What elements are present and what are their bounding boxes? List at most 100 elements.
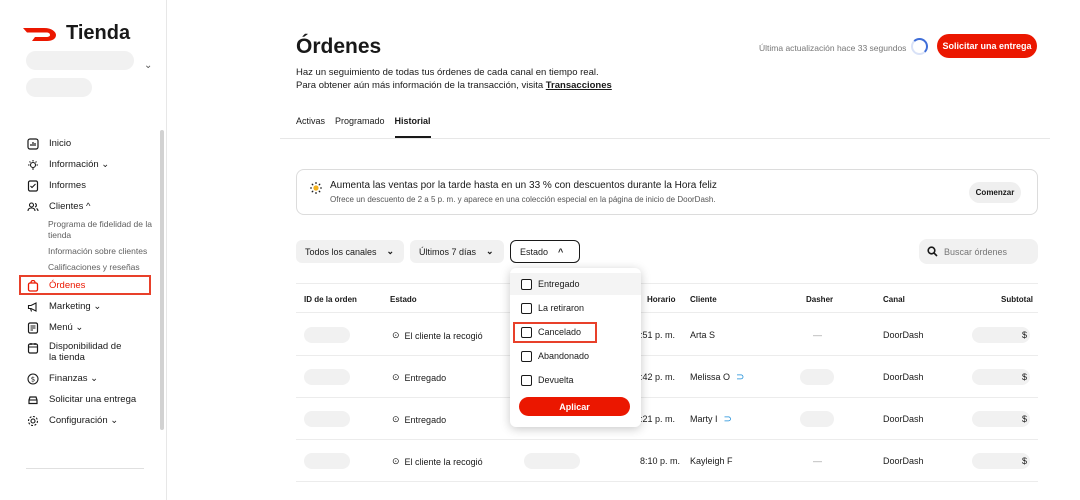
col-customer[interactable]: Cliente [690,295,717,304]
sidebar-item-informes[interactable]: Informes [0,175,160,196]
col-status[interactable]: Estado [390,295,417,304]
table-row[interactable]: ⊙ Entregado :21 p. m. Marty I ⊃ DoorDash $ [296,398,1038,440]
order-id-placeholder [304,327,350,343]
table-row[interactable]: ⊙ El cliente la recogió :51 p. m. Arta S … [296,314,1038,356]
order-time: 8:10 p. m. [640,456,681,466]
order-id-placeholder [304,411,350,427]
divider [280,138,1050,139]
order-id-placeholder [304,453,350,469]
chevron-up-icon: ^ [558,246,564,257]
page-title: Órdenes [296,35,382,58]
store-selector[interactable] [26,51,134,70]
table-row[interactable]: ⊙ Entregado :42 p. m. Melissa O ⊃ DoorDash… [296,356,1038,398]
order-time: :42 p. m. [640,372,676,382]
status-filter[interactable]: Estado ^ [510,240,580,263]
channel-value: DoorDash [883,330,924,340]
status-text: Entregado [404,414,447,425]
status-option-la-retiraron[interactable]: La retiraron [510,297,641,319]
channel-value: DoorDash [883,456,924,466]
search-icon [927,246,938,257]
chevron-down-icon: ⌄ [486,246,494,256]
status-text: El cliente la recogió [404,456,483,467]
sidebar-subitem-informacion-clientes[interactable]: Información sobre clientes [0,246,160,257]
sidebar-item-informacion[interactable]: Información ⌄ [0,154,160,175]
sidebar-item-configuracion[interactable]: Configuración ⌄ [0,410,160,431]
order-status: ⊙ Entregado [392,414,446,425]
gear-icon [26,414,39,427]
col-order-id[interactable]: ID de la orden [304,295,357,304]
channel-value: DoorDash [883,372,924,382]
status-option-cancelado[interactable]: Cancelado [510,321,641,343]
sidebar-scrollbar[interactable] [160,130,164,430]
date-range-filter[interactable]: Últimos 7 días ⌄ [410,240,504,263]
time-placeholder [524,453,580,469]
date-range-label: Últimos 7 días [419,246,477,257]
svg-text:$: $ [30,375,34,383]
chevron-down-icon[interactable]: ⌄ [144,60,152,71]
clock-icon: ⊙ [392,414,400,424]
sidebar-item-label: Configuración ⌄ [49,415,119,426]
col-channel[interactable]: Canal [883,295,905,304]
status-text: Entregado [404,372,447,383]
highlight-box [19,275,151,295]
sidebar-item-label: Menú ⌄ [49,322,84,333]
brand[interactable]: Tienda [22,22,130,45]
table-row[interactable]: ⊙ El cliente la recogió 8:10 p. m. Kaylei… [296,440,1038,482]
banner-start-button[interactable]: Comenzar [969,182,1021,203]
clock-icon: ⊙ [392,330,400,340]
description-line-2: Para obtener aún más información de la t… [296,79,612,92]
page-description: Haz un seguimiento de todas tus órdenes … [296,66,612,92]
channel-filter[interactable]: Todos los canales ⌄ [296,240,404,263]
col-subtotal[interactable]: Subtotal [1001,295,1033,304]
dasher-placeholder [800,411,834,427]
description-prefix: Para obtener aún más información de la t… [296,80,546,91]
sidebar-item-clientes[interactable]: Clientes ^ [0,196,160,217]
sidebar-item-label: Finanzas ⌄ [49,373,99,384]
menu-icon [26,321,39,334]
status-option-abandonado[interactable]: Abandonado [510,345,641,367]
chevron-down-icon: ⌄ [386,246,395,256]
sidebar-item-label: Clientes ^ [49,201,91,212]
car-icon [26,393,39,406]
sidebar-item-inicio[interactable]: Inicio [0,133,160,154]
search-input[interactable]: Buscar órdenes [919,239,1038,264]
checkbox[interactable] [521,350,532,362]
status-option-devuelta[interactable]: Devuelta [510,369,641,391]
checkbox[interactable] [521,278,532,290]
description-line-1: Haz un seguimiento de todas tus órdenes … [296,67,599,78]
sidebar-item-ordenes[interactable]: Órdenes [0,275,160,296]
sidebar-subitem-fidelidad[interactable]: Programa de fidelidad de la tienda [0,219,160,241]
sun-icon [310,182,322,194]
customer-name: Kayleigh F [690,456,733,466]
transacciones-link[interactable]: Transacciones [546,80,612,91]
sidebar-item-marketing[interactable]: Marketing ⌄ [0,296,160,317]
brand-name: Tienda [66,22,131,44]
calendar-icon [26,341,39,354]
sidebar: Tienda ⌄ Inicio Información ⌄ Informes C… [0,0,167,500]
customer-name: Arta S [690,330,716,340]
status-option-entregado[interactable]: Entregado [510,273,641,295]
tab-historial[interactable]: Historial [394,116,431,138]
sidebar-item-solicitar-entrega[interactable]: Solicitar una entrega [0,389,160,410]
sidebar-item-finanzas[interactable]: $ Finanzas ⌄ [0,368,160,389]
clock-icon: ⊙ [392,456,400,466]
table-header: ID de la orden Estado Horario Cliente Da… [296,283,1038,313]
sidebar-item-disponibilidad[interactable]: Disponibilidad de la tienda [0,338,160,368]
sidebar-item-menu[interactable]: Menú ⌄ [0,317,160,338]
order-time: :51 p. m. [640,330,676,340]
sidebar-subitem-calificaciones[interactable]: Calificaciones y reseñas [0,262,160,273]
checkbox[interactable] [521,374,532,386]
checkbox[interactable] [521,302,532,314]
customer-name: Marty I ⊃ [690,414,732,425]
option-label: Abandonado [538,351,590,361]
tab-programado[interactable]: Programado [335,116,385,138]
subtotal-value: $ [1022,414,1028,424]
apply-button[interactable]: Aplicar [519,397,630,416]
request-delivery-button[interactable]: Solicitar una entrega [937,34,1037,58]
tab-activas[interactable]: Activas [296,116,325,138]
channel-value: DoorDash [883,414,924,424]
subtotal-value: $ [1022,372,1028,382]
order-status: ⊙ El cliente la recogió [392,456,483,467]
col-time[interactable]: Horario [647,295,675,304]
col-dasher[interactable]: Dasher [806,295,833,304]
